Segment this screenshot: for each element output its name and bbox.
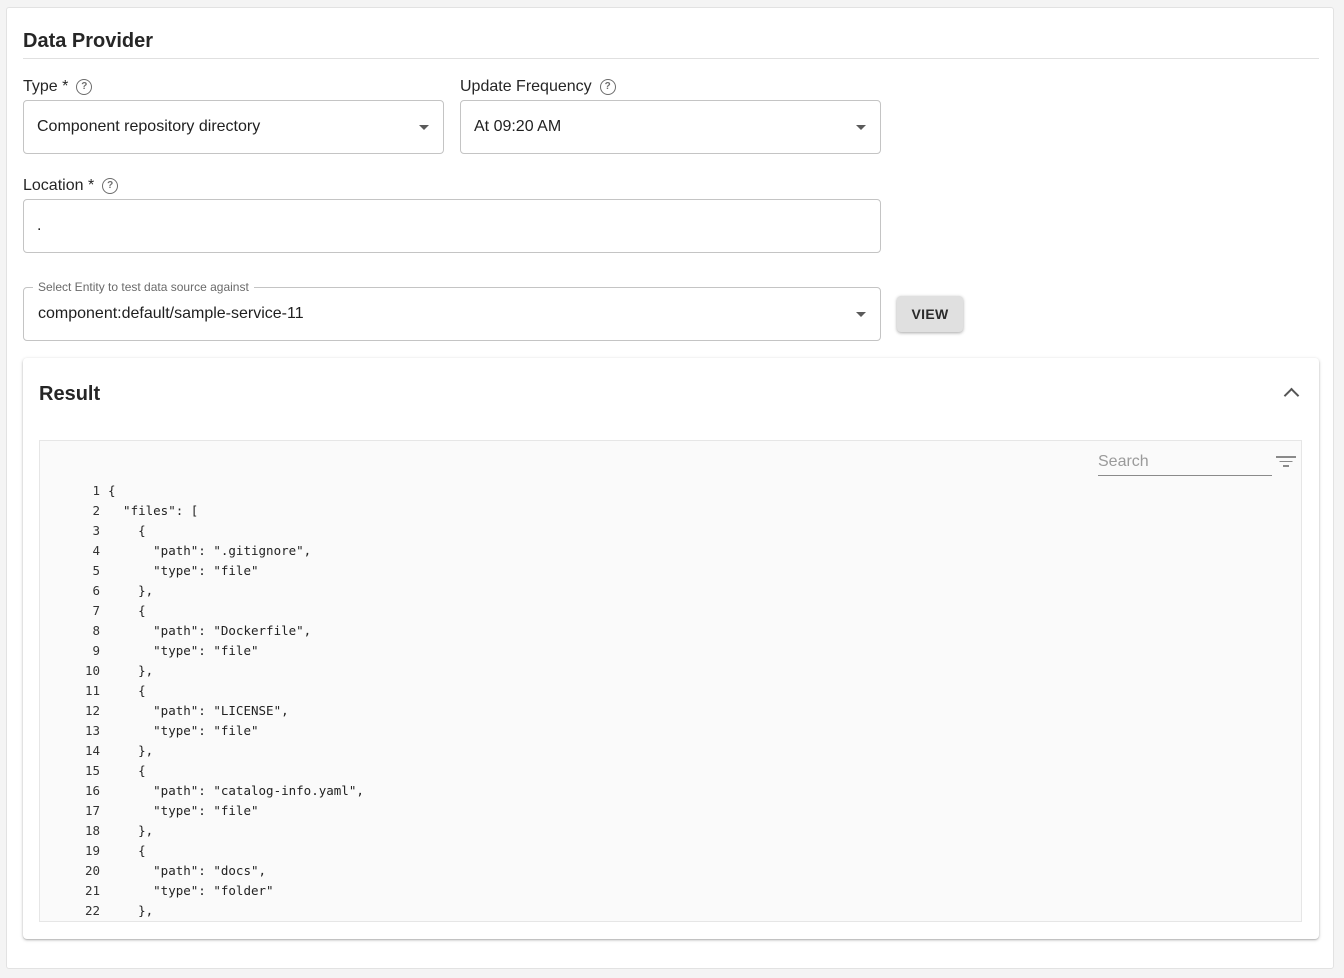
- line-number: 19: [84, 843, 100, 858]
- code-line: 15 {: [72, 761, 364, 781]
- line-number: 7: [92, 603, 100, 618]
- code-lines: 1{2 "files": [3 {4 "path": ".gitignore",…: [72, 481, 364, 921]
- section-divider: [23, 58, 1319, 59]
- code-line: 14 },: [72, 741, 364, 761]
- section-title: Data Provider: [23, 30, 154, 52]
- help-circle-icon[interactable]: ?: [599, 79, 616, 95]
- chevron-up-icon[interactable]: [1283, 387, 1300, 404]
- code-line: 5 "type": "file": [72, 561, 364, 581]
- type-select[interactable]: Component repository directory: [23, 100, 444, 154]
- code-line: 10 },: [72, 661, 364, 681]
- location-label-row: Location * ?: [23, 177, 119, 195]
- code-line: 7 {: [72, 601, 364, 621]
- line-text: {: [108, 683, 146, 698]
- line-number: 13: [84, 723, 100, 738]
- code-line: 2 "files": [: [72, 501, 364, 521]
- code-line: 19 {: [72, 841, 364, 861]
- line-number: 11: [84, 683, 100, 698]
- result-title: Result: [39, 383, 101, 405]
- code-line: 17 "type": "file": [72, 801, 364, 821]
- line-text: "path": "docs",: [108, 863, 267, 878]
- entity-select-value: component:default/sample-service-11: [38, 305, 304, 322]
- type-label: Type *: [23, 78, 69, 95]
- code-line: 21 "type": "folder": [72, 881, 364, 901]
- line-text: "files": [: [108, 503, 199, 518]
- frequency-select-value: At 09:20 AM: [474, 118, 562, 135]
- line-number: 5: [92, 563, 100, 578]
- frequency-select[interactable]: At 09:20 AM: [460, 100, 881, 154]
- frequency-label: Update Frequency: [460, 78, 592, 95]
- search-input[interactable]: [1098, 449, 1272, 476]
- json-viewer: 1{2 "files": [3 {4 "path": ".gitignore",…: [39, 440, 1302, 922]
- entity-select[interactable]: Select Entity to test data source agains…: [23, 280, 881, 341]
- line-text: {: [108, 843, 146, 858]
- location-input[interactable]: .: [23, 199, 881, 253]
- line-number: 16: [84, 783, 100, 798]
- line-number: 1: [92, 483, 100, 498]
- location-input-value: .: [37, 217, 42, 234]
- code-line: 3 {: [72, 521, 364, 541]
- line-number: 21: [84, 883, 100, 898]
- line-number: 6: [92, 583, 100, 598]
- line-text: {: [108, 483, 116, 498]
- type-label-row: Type * ?: [23, 78, 93, 96]
- line-text: {: [108, 523, 146, 538]
- line-number: 22: [84, 903, 100, 918]
- code-line: 13 "type": "file": [72, 721, 364, 741]
- dropdown-caret-icon: [856, 312, 866, 317]
- line-number: 10: [84, 663, 100, 678]
- code-line: 16 "path": "catalog-info.yaml",: [72, 781, 364, 801]
- line-text: "type": "file": [108, 723, 259, 738]
- line-number: 2: [92, 503, 100, 518]
- dropdown-caret-icon: [419, 125, 429, 130]
- code-line: 11 {: [72, 681, 364, 701]
- line-text: {: [108, 763, 146, 778]
- entity-select-legend: Select Entity to test data source agains…: [33, 280, 254, 294]
- line-number: 14: [84, 743, 100, 758]
- line-number: 17: [84, 803, 100, 818]
- line-number: 9: [92, 643, 100, 658]
- line-text: "type": "file": [108, 803, 259, 818]
- line-number: 18: [84, 823, 100, 838]
- line-text: "type": "folder": [108, 883, 274, 898]
- line-number: 20: [84, 863, 100, 878]
- line-text: },: [108, 583, 154, 598]
- code-line: 4 "path": ".gitignore",: [72, 541, 364, 561]
- line-number: 3: [92, 523, 100, 538]
- type-select-value: Component repository directory: [37, 118, 261, 135]
- line-number: 8: [92, 623, 100, 638]
- code-line: 8 "path": "Dockerfile",: [72, 621, 364, 641]
- frequency-label-row: Update Frequency ?: [460, 78, 616, 96]
- filter-icon[interactable]: [1276, 454, 1296, 468]
- code-line: 12 "path": "LICENSE",: [72, 701, 364, 721]
- line-text: "type": "file": [108, 643, 259, 658]
- code-line: 18 },: [72, 821, 364, 841]
- help-circle-icon[interactable]: ?: [76, 79, 93, 95]
- line-number: 15: [84, 763, 100, 778]
- line-text: "type": "file": [108, 563, 259, 578]
- view-button[interactable]: VIEW: [897, 296, 963, 332]
- data-provider-panel: Data Provider Type * ? Component reposit…: [6, 7, 1334, 969]
- help-circle-icon[interactable]: ?: [102, 178, 119, 194]
- code-line: 6 },: [72, 581, 364, 601]
- code-line: 22 },: [72, 901, 364, 921]
- line-text: {: [108, 603, 146, 618]
- line-text: "path": "Dockerfile",: [108, 623, 312, 638]
- line-text: "path": "catalog-info.yaml",: [108, 783, 364, 798]
- dropdown-caret-icon: [856, 125, 866, 130]
- line-number: 12: [84, 703, 100, 718]
- code-line: 9 "type": "file": [72, 641, 364, 661]
- line-text: "path": "LICENSE",: [108, 703, 289, 718]
- location-label: Location *: [23, 177, 95, 194]
- code-line: 20 "path": "docs",: [72, 861, 364, 881]
- line-text: },: [108, 823, 154, 838]
- code-line: 1{: [72, 481, 364, 501]
- line-text: "path": ".gitignore",: [108, 543, 312, 558]
- line-text: },: [108, 903, 154, 918]
- result-card: Result 1{2 "files": [3 {4 "path": ".giti…: [23, 358, 1319, 939]
- line-text: },: [108, 663, 154, 678]
- line-number: 4: [92, 543, 100, 558]
- line-text: },: [108, 743, 154, 758]
